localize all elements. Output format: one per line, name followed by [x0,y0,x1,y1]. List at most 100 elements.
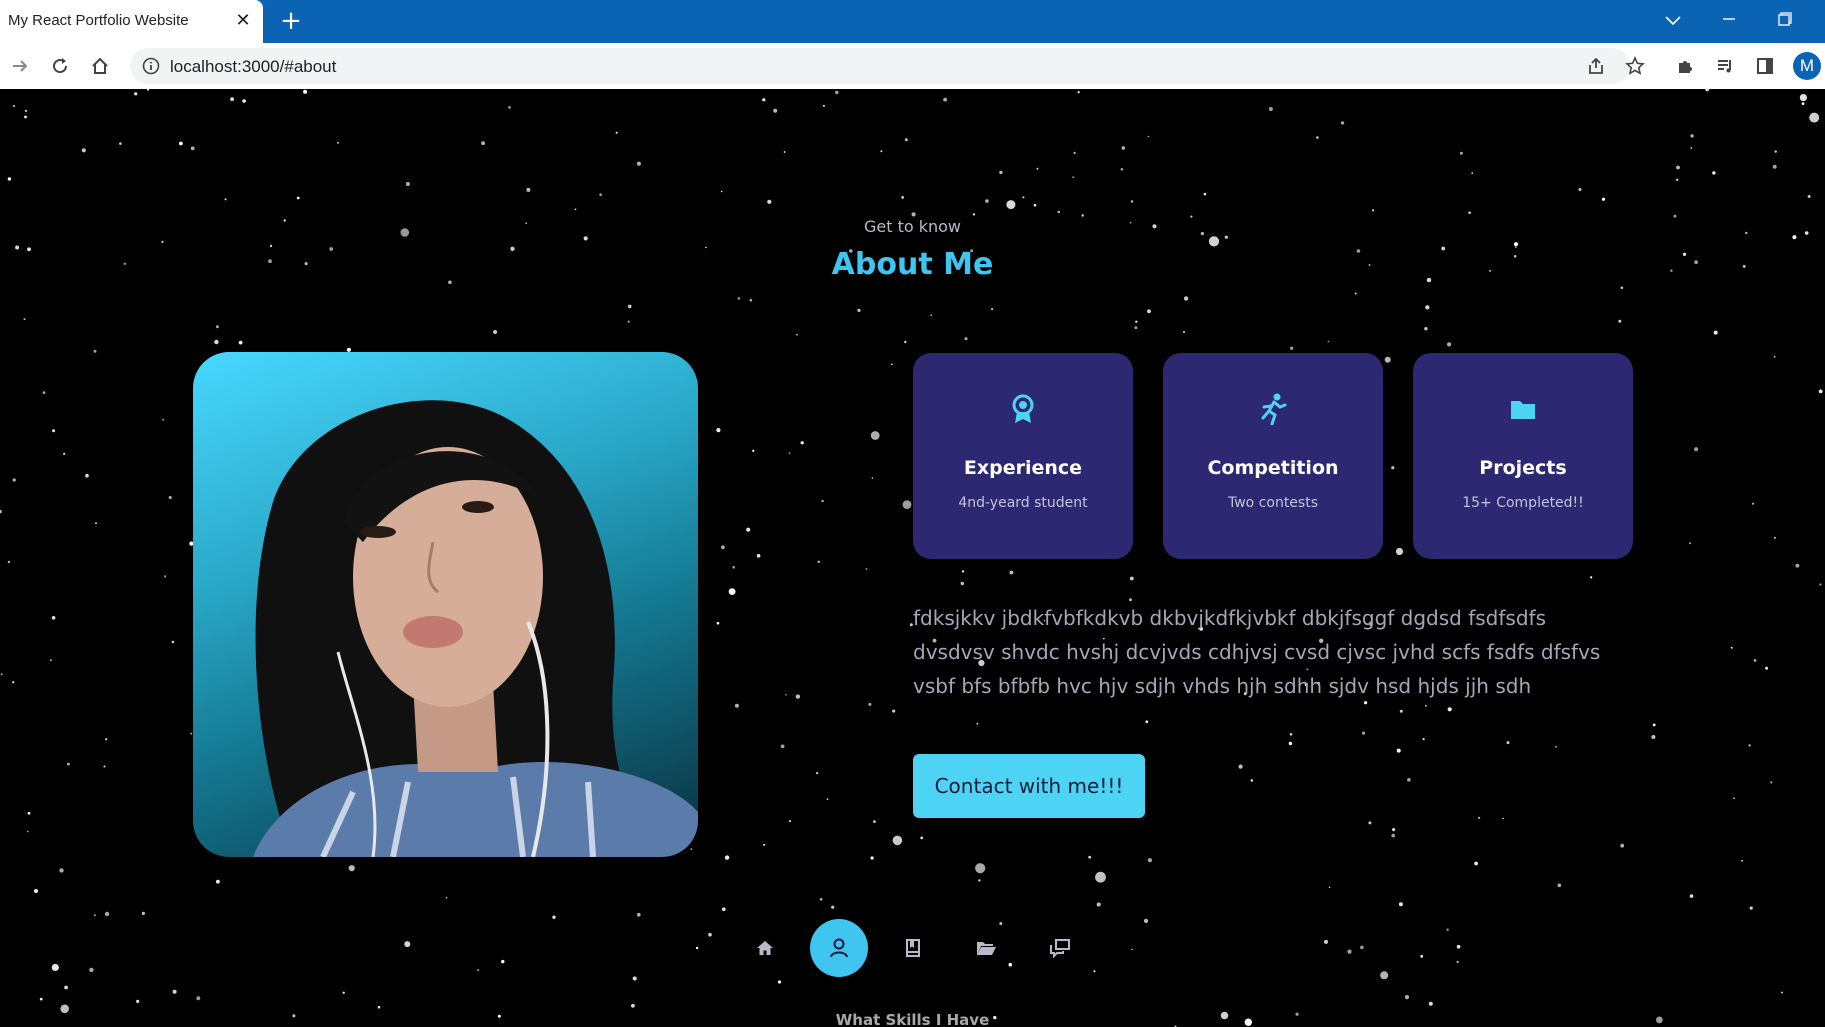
star [1424,704,1427,707]
star [991,308,994,311]
nav-contact-messages-icon[interactable] [1031,919,1089,977]
nav-experience-book-icon[interactable] [884,919,942,977]
star [1077,91,1080,94]
star [728,588,736,595]
star [1819,583,1822,586]
star [89,967,94,973]
star [27,811,31,815]
star [962,570,965,573]
star [796,334,798,336]
star [822,104,826,107]
nav-about-icon[interactable] [810,919,868,977]
folder-icon [1413,393,1633,425]
star [1712,171,1716,175]
star [508,106,511,109]
home-browser-icon[interactable] [86,52,114,80]
star [1424,327,1428,331]
star [865,568,868,570]
star [1399,709,1403,713]
star [1316,136,1319,139]
next-section-title: What Skills I Have [835,1011,990,1027]
star [1477,816,1481,820]
running-icon [1163,393,1383,425]
profile-avatar[interactable]: M [1793,52,1821,80]
star [1809,112,1820,123]
new-tab-button[interactable]: + [278,8,304,34]
address-bar[interactable]: localhost:3000/#about [130,48,1630,84]
star [1513,242,1519,247]
restore-icon[interactable] [1772,8,1798,34]
about-section: Get to know About Me Experience 4nd-year… [0,89,1825,1027]
share-icon[interactable] [1582,52,1610,80]
star [0,509,2,514]
star [749,298,753,302]
profile-photo [193,352,698,857]
star [831,905,835,909]
star [1036,167,1039,170]
star [904,138,908,142]
star [64,985,68,990]
star [1208,236,1220,247]
projects-card: Projects 15+ Completed!! [1413,353,1633,559]
star [1360,945,1364,950]
star [1428,1001,1433,1006]
star [24,109,27,112]
star [445,897,448,899]
star [1183,296,1189,301]
star [95,522,97,525]
star [627,320,630,323]
star [1145,720,1149,723]
contact-button[interactable]: Contact with me!!! [913,754,1145,818]
star [752,449,755,452]
star [999,170,1003,175]
star [1391,466,1395,470]
star [348,865,355,872]
star [1324,939,1328,944]
star [767,199,772,204]
chevron-down-icon[interactable] [1660,8,1686,34]
media-queue-icon[interactable] [1711,52,1739,80]
star [190,146,195,151]
forward-arrow-icon[interactable] [6,52,34,80]
minimize-icon[interactable] [1716,8,1742,34]
star [1456,960,1459,964]
browser-tab[interactable]: My React Portfolio Website ✕ [0,0,263,43]
about-description: fdksjkkv jbdkfvbfkdkvb dkbvjkdfkjvbkf db… [913,606,1601,698]
star [1651,735,1656,739]
side-panel-icon[interactable] [1751,52,1779,80]
star [81,148,86,153]
star [377,1005,381,1009]
star [1396,748,1401,753]
star [631,1003,635,1008]
bookmark-star-icon[interactable] [1621,52,1649,80]
star [788,452,791,454]
star [1753,659,1757,662]
site-info-icon[interactable] [142,57,160,79]
star [168,495,172,500]
star [976,722,979,725]
star [303,89,308,94]
star [716,621,720,625]
nav-portfolio-folder-open-icon[interactable] [957,919,1015,977]
star [795,694,801,699]
star [1601,197,1606,201]
star [336,141,340,144]
star [1407,778,1411,782]
star [1799,94,1807,102]
nav-home-icon[interactable] [736,919,794,977]
star [179,141,183,146]
star [1818,389,1823,394]
card-subtitle: 4nd-yeard student [958,495,1088,511]
star [972,213,976,216]
star [716,428,721,433]
extensions-icon[interactable] [1671,52,1699,80]
star [1652,723,1656,727]
reload-icon[interactable] [46,52,74,80]
card-title: Projects [1479,457,1567,479]
star [960,581,964,586]
close-tab-icon[interactable]: ✕ [232,10,254,32]
star [42,391,46,394]
star [817,560,820,563]
star [978,879,981,882]
star [103,765,106,768]
